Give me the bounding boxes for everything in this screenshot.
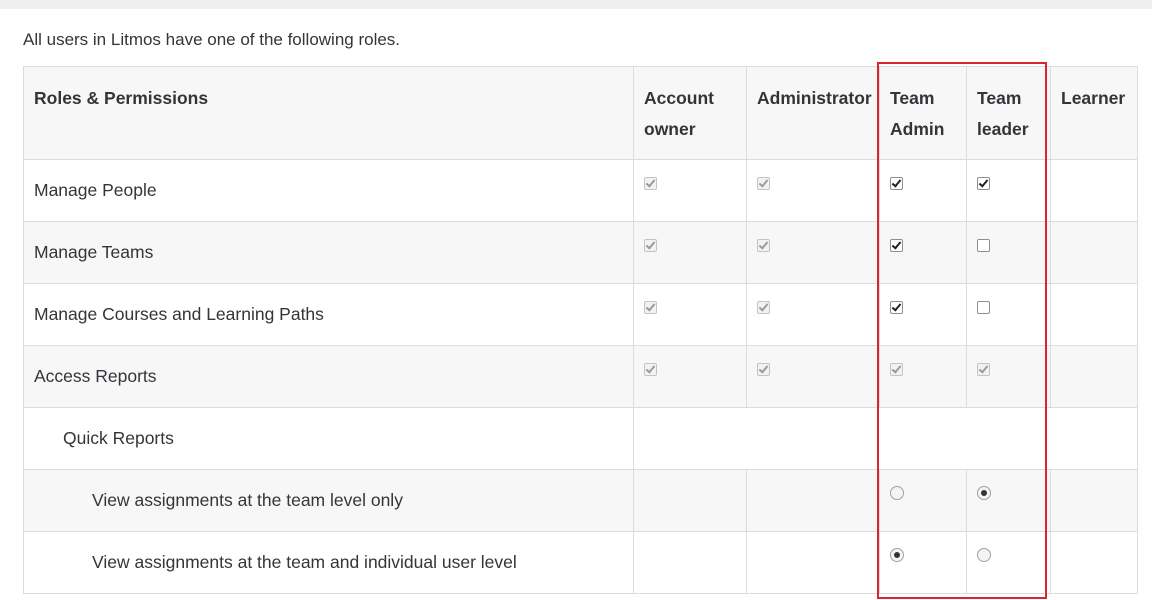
checkbox[interactable]	[977, 177, 990, 190]
account-owner-cell	[633, 159, 747, 222]
administrator-cell	[746, 221, 880, 284]
intro-text: All users in Litmos have one of the foll…	[23, 30, 401, 49]
team-admin-cell	[879, 283, 967, 346]
team-leader-cell	[966, 531, 1051, 594]
learner-cell	[1050, 469, 1138, 532]
radio-button[interactable]	[977, 548, 991, 562]
header-team-leader: Team leader	[966, 66, 1051, 160]
checkbox	[644, 363, 657, 376]
checkbox	[644, 301, 657, 314]
table-row: Access Reports	[23, 345, 1138, 408]
administrator-cell	[746, 531, 880, 594]
administrator-cell	[746, 345, 880, 408]
learner-cell	[1050, 345, 1138, 408]
team-admin-cell	[879, 221, 967, 284]
row-label: Manage People	[23, 159, 634, 222]
team-leader-cell	[966, 345, 1051, 408]
checkbox	[977, 363, 990, 376]
header-team-admin: Team Admin	[879, 66, 967, 160]
account-owner-cell	[633, 469, 747, 532]
table-row: Manage Teams	[23, 221, 1138, 284]
checkbox[interactable]	[890, 301, 903, 314]
table-header-row: Roles & Permissions Account owner Adminis…	[23, 66, 1138, 160]
checkbox[interactable]	[977, 239, 990, 252]
checkbox	[644, 239, 657, 252]
administrator-cell	[746, 469, 880, 532]
team-admin-cell	[879, 531, 967, 594]
learner-cell	[1050, 221, 1138, 284]
radio-button[interactable]	[890, 548, 904, 562]
team-leader-cell	[966, 221, 1051, 284]
learner-cell	[1050, 531, 1138, 594]
checkbox[interactable]	[890, 239, 903, 252]
team-admin-cell	[879, 159, 967, 222]
checkbox[interactable]	[890, 177, 903, 190]
row-label: Manage Courses and Learning Paths	[23, 283, 634, 346]
radio-button[interactable]	[890, 486, 904, 500]
team-leader-cell	[966, 159, 1051, 222]
row-label: View assignments at the team and individ…	[23, 531, 634, 594]
team-leader-cell	[966, 469, 1051, 532]
header-account-owner: Account owner	[633, 66, 747, 160]
team-admin-cell	[879, 345, 967, 408]
header-learner: Learner	[1050, 66, 1138, 160]
row-label: Access Reports	[23, 345, 634, 408]
roles-permissions-table: Roles & Permissions Account owner Adminis…	[23, 66, 1138, 594]
table-row: Manage People	[23, 159, 1138, 222]
account-owner-cell	[633, 221, 747, 284]
administrator-cell	[746, 283, 880, 346]
checkbox[interactable]	[977, 301, 990, 314]
checkbox	[757, 239, 770, 252]
checkbox	[890, 363, 903, 376]
team-admin-cell	[879, 469, 967, 532]
account-owner-cell	[633, 531, 747, 594]
table-row: View assignments at the team level only	[23, 469, 1138, 532]
table-row: Manage Courses and Learning Paths	[23, 283, 1138, 346]
header-roles-permissions: Roles & Permissions	[23, 66, 634, 160]
administrator-cell	[746, 159, 880, 222]
table-row: View assignments at the team and individ…	[23, 531, 1138, 594]
row-label: Quick Reports	[23, 407, 634, 470]
learner-cell	[1050, 283, 1138, 346]
checkbox	[757, 301, 770, 314]
learner-cell	[1050, 159, 1138, 222]
row-label: View assignments at the team level only	[23, 469, 634, 532]
checkbox	[757, 177, 770, 190]
checkbox	[757, 363, 770, 376]
checkbox	[644, 177, 657, 190]
radio-button[interactable]	[977, 486, 991, 500]
row-label: Manage Teams	[23, 221, 634, 284]
team-leader-cell	[966, 283, 1051, 346]
header-administrator: Administrator	[746, 66, 880, 160]
account-owner-cell	[633, 283, 747, 346]
section-empty-cell	[633, 407, 1138, 470]
table-row: Quick Reports	[23, 407, 1138, 470]
account-owner-cell	[633, 345, 747, 408]
